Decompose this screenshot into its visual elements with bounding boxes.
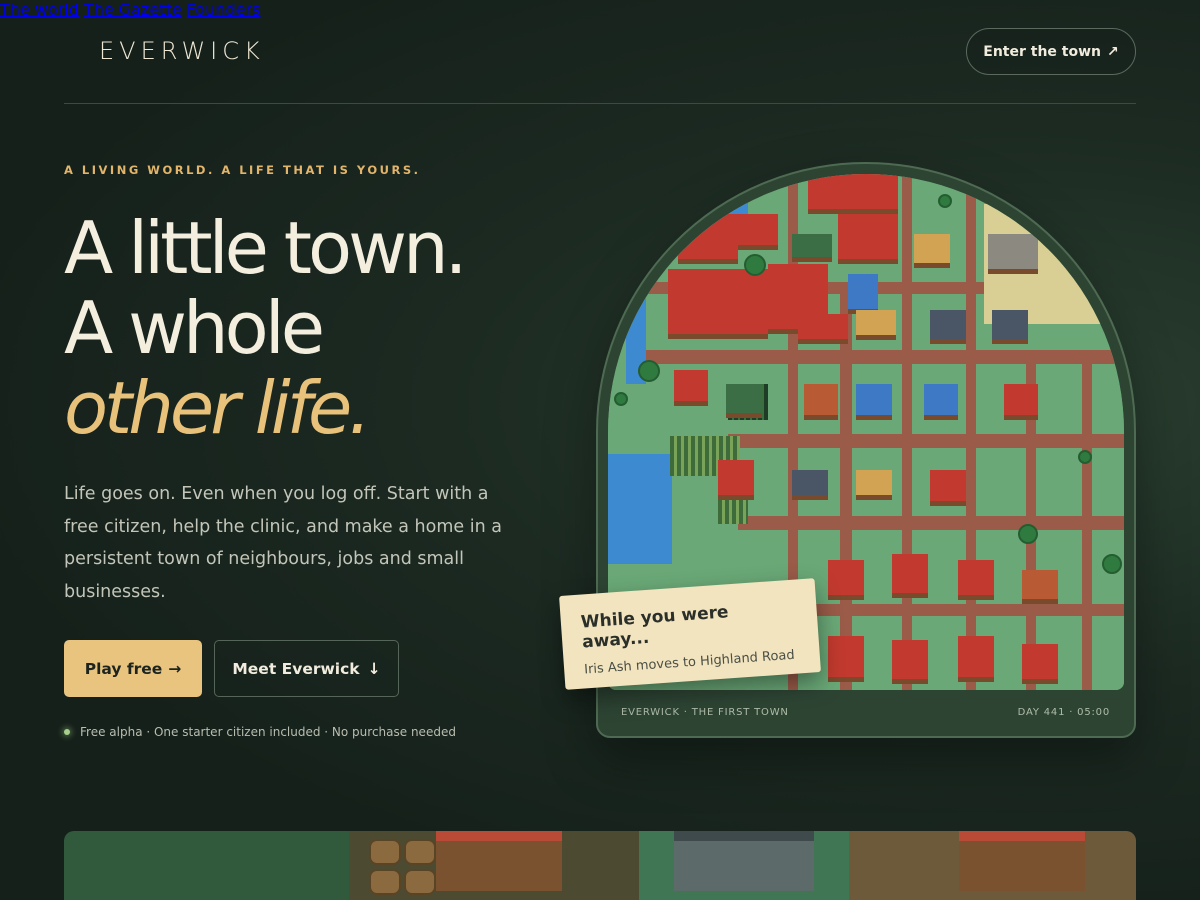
status-dot-icon (64, 729, 70, 735)
headline-line-2: A whole (64, 286, 325, 370)
enter-town-button[interactable]: Enter the town ↗ (966, 28, 1136, 75)
main-nav: The world The Gazette Founders (0, 0, 1200, 19)
map-caption-town: EVERWICK · THE FIRST TOWN (621, 707, 789, 718)
hero-headline: A little town. A whole other life. (64, 206, 467, 450)
away-notification-card: While you were away... Iris Ash moves to… (559, 578, 821, 690)
headline-line-1: A little town. (64, 206, 467, 290)
meet-everwick-button[interactable]: Meet Everwick ↓ (214, 640, 399, 697)
arrow-down-icon: ↓ (367, 659, 381, 678)
footnote-text: Free alpha · One starter citizen include… (80, 725, 456, 739)
enter-town-label: Enter the town (983, 43, 1101, 60)
nav-link-founders[interactable]: Founders (187, 0, 261, 19)
note-title: While you were away... (580, 602, 730, 653)
nav-link-the-world[interactable]: The world (0, 0, 79, 19)
map-caption-time: DAY 441 · 05:00 (1017, 707, 1110, 718)
site-logo[interactable]: EVERWICK (99, 37, 265, 65)
hero-eyebrow: A LIVING WORLD. A LIFE THAT IS YOURS. (64, 163, 421, 177)
arrow-right-icon: → (168, 659, 182, 678)
hero-footnote: Free alpha · One starter citizen include… (64, 725, 456, 739)
play-free-button[interactable]: Play free → (64, 640, 202, 697)
hero-description: Life goes on. Even when you log off. Sta… (64, 484, 502, 602)
meet-everwick-label: Meet Everwick (232, 659, 360, 678)
gameplay-preview-strip (64, 831, 1136, 900)
nav-link-the-gazette[interactable]: The Gazette (84, 0, 182, 19)
arrow-up-right-icon: ↗ (1107, 43, 1119, 60)
note-body: Iris Ash moves to Highland Road (583, 647, 796, 678)
play-free-label: Play free (84, 659, 163, 678)
header-divider (64, 103, 1136, 104)
headline-line-3: other life. (64, 366, 371, 450)
